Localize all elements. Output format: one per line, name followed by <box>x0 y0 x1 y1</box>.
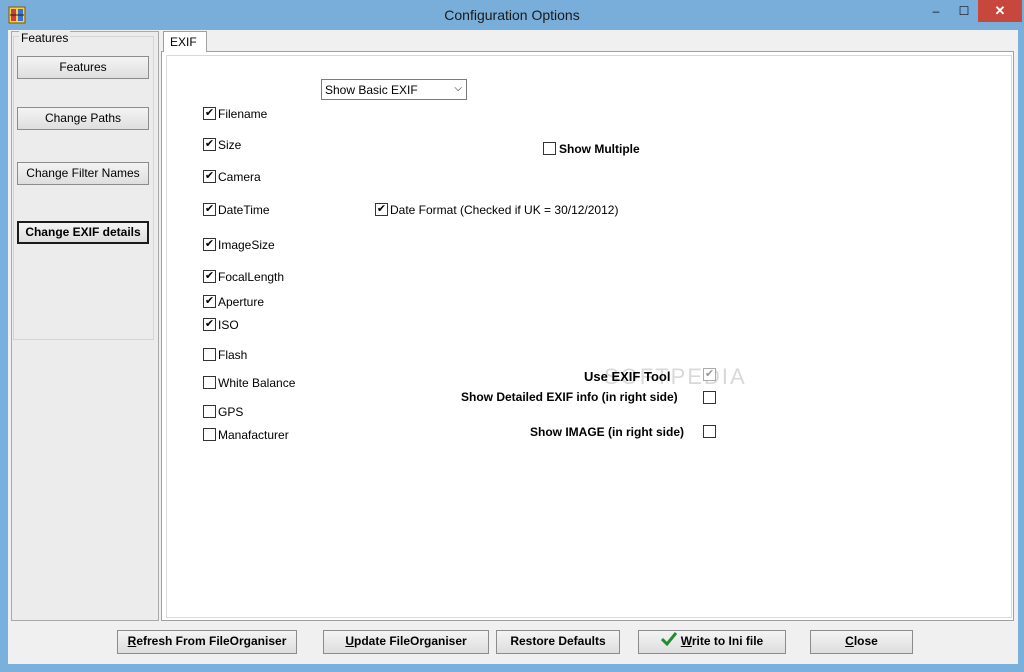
show-detailed-exif-checkbox[interactable] <box>703 391 716 404</box>
camera-label: Camera <box>218 170 261 184</box>
update-mnemonic: U <box>345 634 354 648</box>
filename-label: Filename <box>218 107 268 121</box>
imagesize-label: ImageSize <box>218 238 275 252</box>
imagesize-checkbox[interactable]: ✔ <box>203 238 216 251</box>
window-title: Configuration Options <box>444 7 580 23</box>
focallength-label: FocalLength <box>218 270 285 284</box>
exif-mode-select[interactable]: Show Basic EXIF ⌵ <box>321 79 467 100</box>
date-format-label: Date Format (Checked if UK = 30/12/2012) <box>390 203 619 217</box>
gps-checkbox[interactable] <box>203 405 216 418</box>
features-group-label: Features <box>19 31 71 45</box>
change-paths-button[interactable]: Change Paths <box>17 107 149 130</box>
refresh-from-fileorganiser-button[interactable]: Refresh From FileOrganiser <box>117 630 297 654</box>
chevron-down-icon: ⌵ <box>454 83 462 94</box>
close-button[interactable]: Close <box>810 630 913 654</box>
flash-label: Flash <box>218 348 248 362</box>
write-mnemonic: W <box>680 634 692 648</box>
checkmark-icon <box>660 631 677 652</box>
manafacturer-label: Manafacturer <box>218 428 289 442</box>
datetime-label: DateTime <box>218 203 270 217</box>
iso-checkbox[interactable]: ✔ <box>203 318 216 331</box>
use-exif-tool-label: Use EXIF Tool <box>584 369 671 384</box>
refresh-mnemonic: R <box>127 634 137 648</box>
use-exif-tool-checkbox[interactable]: ✔ <box>703 368 716 381</box>
change-filter-names-button[interactable]: Change Filter Names <box>17 162 149 185</box>
features-button[interactable]: Features <box>17 56 149 79</box>
filename-checkbox[interactable]: ✔ <box>203 107 216 120</box>
tab-exif[interactable]: EXIF <box>163 31 207 52</box>
flash-checkbox[interactable] <box>203 348 216 361</box>
refresh-label: efresh From FileOrganiser <box>136 634 287 648</box>
exif-page <box>166 55 1012 618</box>
close-window-button[interactable]: ✕ <box>978 0 1022 22</box>
white-balance-checkbox[interactable] <box>203 376 216 389</box>
update-fileorganiser-button[interactable]: Update FileOrganiser <box>323 630 489 654</box>
aperture-checkbox[interactable]: ✔ <box>203 295 216 308</box>
aperture-label: Aperture <box>218 295 265 309</box>
update-label: pdate FileOrganiser <box>353 634 467 648</box>
show-image-checkbox[interactable] <box>703 425 716 438</box>
close-label: lose <box>853 634 878 648</box>
change-exif-details-button[interactable]: Change EXIF details <box>17 221 149 244</box>
gps-label: GPS <box>218 405 244 419</box>
white-balance-label: White Balance <box>218 376 296 390</box>
iso-label: ISO <box>218 318 239 332</box>
date-format-checkbox[interactable]: ✔ <box>375 203 388 216</box>
size-checkbox[interactable]: ✔ <box>203 138 216 151</box>
manafacturer-checkbox[interactable] <box>203 428 216 441</box>
show-image-label: Show IMAGE (in right side) <box>530 425 684 439</box>
restore-label: Restore Defaults <box>510 634 606 648</box>
camera-checkbox[interactable]: ✔ <box>203 170 216 183</box>
close-mnemonic: C <box>845 634 854 648</box>
features-group-box <box>13 36 154 340</box>
maximize-button[interactable]: ☐ <box>950 0 978 22</box>
datetime-checkbox[interactable]: ✔ <box>203 203 216 216</box>
restore-defaults-button[interactable]: Restore Defaults <box>496 630 620 654</box>
focallength-checkbox[interactable]: ✔ <box>203 270 216 283</box>
size-label: Size <box>218 138 242 152</box>
show-detailed-exif-label: Show Detailed EXIF info (in right side) <box>461 390 678 404</box>
exif-mode-selected: Show Basic EXIF <box>325 83 418 97</box>
write-label: rite to Ini file <box>691 634 764 648</box>
show-multiple-label: Show Multiple <box>559 142 640 156</box>
show-multiple-checkbox[interactable] <box>543 142 556 155</box>
write-to-ini-file-button[interactable]: Write to Ini file <box>638 630 786 654</box>
minimize-button[interactable]: – <box>922 0 950 22</box>
